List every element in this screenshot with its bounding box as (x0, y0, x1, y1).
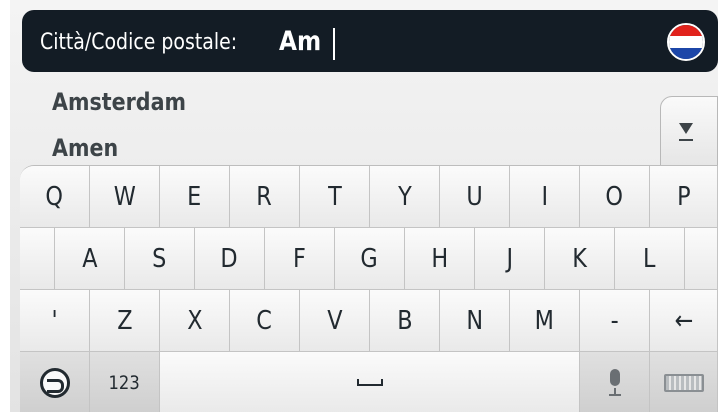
key-label: N (466, 305, 483, 336)
space-icon (356, 379, 383, 386)
backspace-key[interactable]: ← (650, 290, 718, 352)
key-p[interactable]: P (650, 166, 718, 228)
navigation-search-screen: Città/Codice postale: Am Amsterdam Amen … (10, 0, 718, 412)
key-label: P (676, 181, 691, 212)
on-screen-keyboard: Q W E R T Y U I O P A S D F G H J K L ' (20, 165, 718, 412)
key-label: K (572, 243, 587, 274)
search-bar[interactable]: Città/Codice postale: Am (22, 10, 718, 72)
key-label: Y (397, 181, 412, 212)
key-label: R (256, 181, 273, 212)
voice-input-key[interactable] (580, 352, 650, 412)
key-m[interactable]: M (510, 290, 580, 352)
key-label: M (534, 305, 555, 336)
key-label: H (431, 243, 448, 274)
search-result-amen[interactable]: Amen (52, 134, 118, 162)
key-label: S (152, 243, 167, 274)
key-label: I (541, 181, 548, 212)
key-e[interactable]: E (160, 166, 230, 228)
numbers-key[interactable]: 123 (90, 352, 160, 412)
key-spacer-right (685, 228, 718, 290)
key-label: D (220, 243, 239, 274)
key-label: - (610, 305, 619, 336)
key-o[interactable]: O (580, 166, 650, 228)
key-c[interactable]: C (230, 290, 300, 352)
key-f[interactable]: F (265, 228, 335, 290)
key-label: T (327, 181, 342, 212)
key-x[interactable]: X (160, 290, 230, 352)
key-label: V (326, 305, 343, 336)
key-label: B (396, 305, 413, 336)
key-q[interactable]: Q (20, 166, 90, 228)
text-cursor (333, 28, 335, 60)
key-label: L (643, 243, 656, 274)
key-t[interactable]: T (300, 166, 370, 228)
backspace-icon: ← (674, 305, 693, 336)
key-z[interactable]: Z (90, 290, 160, 352)
key-i[interactable]: I (510, 166, 580, 228)
key-label: Q (45, 181, 64, 212)
scroll-down-icon (679, 123, 693, 134)
key-u[interactable]: U (440, 166, 510, 228)
space-key[interactable] (160, 352, 580, 412)
search-input[interactable]: Am (279, 26, 321, 57)
key-label: ' (51, 305, 58, 336)
key-spacer-left (20, 228, 55, 290)
key-apostrophe[interactable]: ' (20, 290, 90, 352)
back-icon (39, 367, 70, 398)
keyboard-row-4: 123 (20, 352, 718, 412)
key-label: O (605, 181, 624, 212)
key-j[interactable]: J (475, 228, 545, 290)
key-label: Z (116, 305, 133, 336)
microphone-icon (608, 368, 622, 397)
key-a[interactable]: A (55, 228, 125, 290)
netherlands-flag-icon[interactable] (667, 23, 705, 61)
scroll-down-button[interactable] (660, 96, 718, 166)
key-label: E (187, 181, 202, 212)
key-l[interactable]: L (615, 228, 685, 290)
keyboard-switch-key[interactable] (650, 352, 718, 412)
key-d[interactable]: D (195, 228, 265, 290)
key-n[interactable]: N (440, 290, 510, 352)
key-s[interactable]: S (125, 228, 195, 290)
back-button[interactable] (20, 352, 90, 412)
search-result-amsterdam[interactable]: Amsterdam (52, 88, 186, 116)
key-r[interactable]: R (230, 166, 300, 228)
keyboard-row-2: A S D F G H J K L (20, 228, 718, 290)
key-label: U (466, 181, 483, 212)
key-h[interactable]: H (405, 228, 475, 290)
keyboard-row-3: ' Z X C V B N M - ← (20, 290, 718, 352)
keyboard-switch-icon (663, 373, 704, 392)
keyboard-row-1: Q W E R T Y U I O P (20, 166, 718, 228)
key-label: J (506, 243, 513, 274)
key-g[interactable]: G (335, 228, 405, 290)
key-label: C (256, 305, 273, 336)
numbers-key-label: 123 (108, 371, 141, 394)
key-b[interactable]: B (370, 290, 440, 352)
key-label: X (186, 305, 203, 336)
key-w[interactable]: W (90, 166, 160, 228)
key-label: A (81, 243, 98, 274)
key-label: F (293, 243, 306, 274)
scroll-down-icon-bar (679, 139, 693, 141)
key-y[interactable]: Y (370, 166, 440, 228)
key-v[interactable]: V (300, 290, 370, 352)
key-k[interactable]: K (545, 228, 615, 290)
key-label: G (360, 243, 379, 274)
key-label: W (113, 181, 136, 212)
search-label: Città/Codice postale: (40, 30, 238, 55)
key-hyphen[interactable]: - (580, 290, 650, 352)
